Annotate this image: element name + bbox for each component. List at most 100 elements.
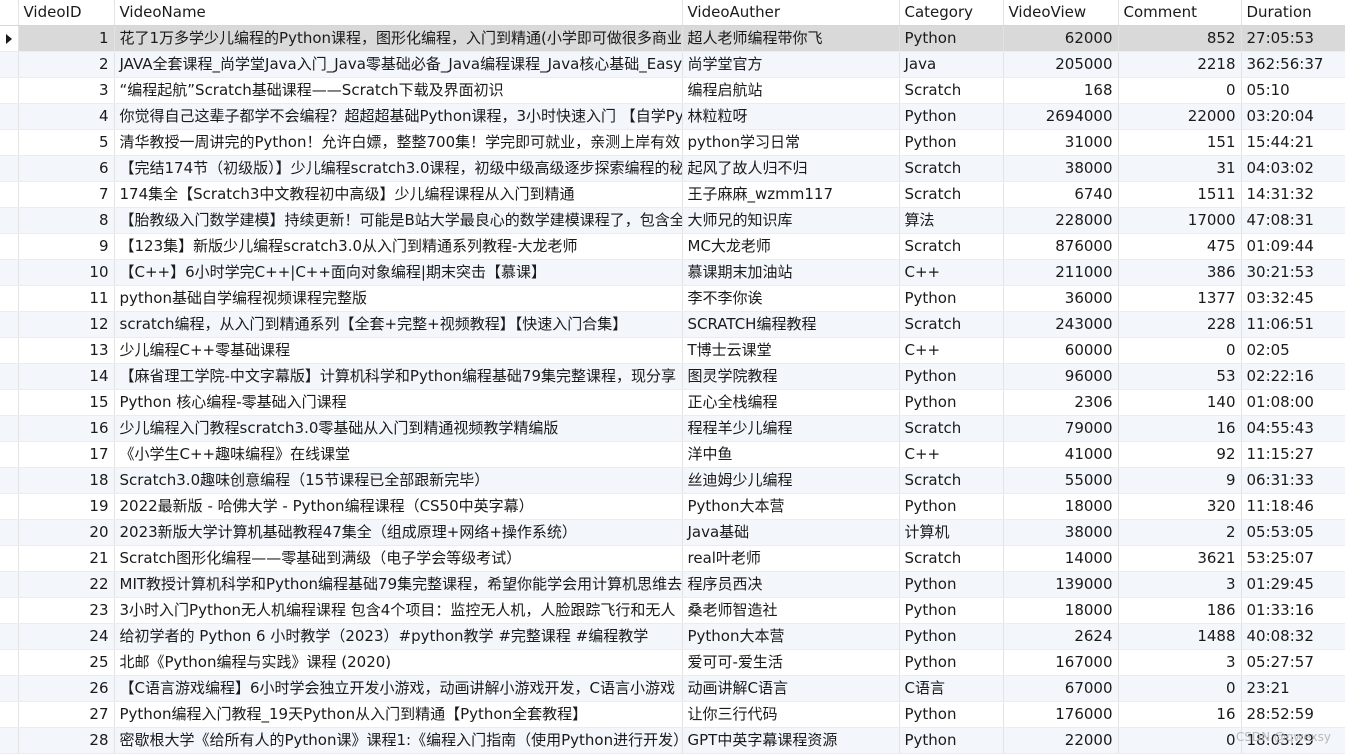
cell-duration[interactable]: 01:29:45	[1241, 572, 1345, 598]
cell-videoid[interactable]: 14	[18, 364, 114, 390]
row-indicator[interactable]	[0, 390, 18, 416]
cell-videoid[interactable]: 27	[18, 702, 114, 728]
cell-category[interactable]: Scratch	[899, 546, 1003, 572]
cell-comment[interactable]: 17000	[1118, 208, 1241, 234]
cell-duration[interactable]: 06:31:33	[1241, 468, 1345, 494]
cell-category[interactable]: C++	[899, 442, 1003, 468]
cell-comment[interactable]: 9	[1118, 468, 1241, 494]
cell-videoview[interactable]: 243000	[1003, 312, 1118, 338]
cell-videoname[interactable]: scratch编程，从入门到精通系列【全套+完整+视频教程】【快速入门合集】	[114, 312, 682, 338]
cell-videoid[interactable]: 25	[18, 650, 114, 676]
column-header-videoid[interactable]: VideoID	[18, 0, 114, 26]
cell-comment[interactable]: 386	[1118, 260, 1241, 286]
cell-duration[interactable]: 14:31:32	[1241, 182, 1345, 208]
row-indicator[interactable]	[0, 338, 18, 364]
cell-duration[interactable]: 05:53:05	[1241, 520, 1345, 546]
table-row[interactable]: 8【胎教级入门数学建模】持续更新！可能是B站大学最良心的数学建模课程了，包含全大…	[0, 208, 1345, 234]
cell-duration[interactable]: 27:05:53	[1241, 26, 1345, 52]
cell-videoid[interactable]: 10	[18, 260, 114, 286]
cell-videoauther[interactable]: Java基础	[682, 520, 899, 546]
cell-videoauther[interactable]: 超人老师编程带你飞	[682, 26, 899, 52]
cell-category[interactable]: Java	[899, 52, 1003, 78]
cell-category[interactable]: Python	[899, 598, 1003, 624]
cell-videoauther[interactable]: 起风了故人归不归	[682, 156, 899, 182]
row-indicator[interactable]	[0, 52, 18, 78]
row-indicator[interactable]	[0, 650, 18, 676]
column-header-duration[interactable]: Duration	[1241, 0, 1345, 26]
cell-comment[interactable]: 92	[1118, 442, 1241, 468]
cell-category[interactable]: Scratch	[899, 156, 1003, 182]
cell-comment[interactable]: 852	[1118, 26, 1241, 52]
cell-videoauther[interactable]: 桑老师智造社	[682, 598, 899, 624]
row-indicator[interactable]	[0, 546, 18, 572]
cell-category[interactable]: Python	[899, 702, 1003, 728]
cell-comment[interactable]: 22000	[1118, 104, 1241, 130]
row-indicator[interactable]	[0, 520, 18, 546]
cell-videoid[interactable]: 3	[18, 78, 114, 104]
cell-videoid[interactable]: 21	[18, 546, 114, 572]
cell-videoview[interactable]: 2694000	[1003, 104, 1118, 130]
cell-videoid[interactable]: 8	[18, 208, 114, 234]
cell-videoauther[interactable]: 慕课期末加油站	[682, 260, 899, 286]
cell-videoid[interactable]: 4	[18, 104, 114, 130]
cell-videoname[interactable]: Python编程入门教程_19天Python从入门到精通【Python全套教程】	[114, 702, 682, 728]
row-indicator[interactable]	[0, 416, 18, 442]
table-row[interactable]: 5清华教授一周讲完的Python！允许白嫖，整整700集！学完即可就业，亲测上岸…	[0, 130, 1345, 156]
cell-category[interactable]: Python	[899, 494, 1003, 520]
table-row[interactable]: 15Python 核心编程-零基础入门课程正心全栈编程Python2306140…	[0, 390, 1345, 416]
cell-videoview[interactable]: 31000	[1003, 130, 1118, 156]
cell-videoauther[interactable]: 洋中鱼	[682, 442, 899, 468]
cell-videoname[interactable]: 【C语言游戏编程】6小时学会独立开发小游戏，动画讲解小游戏开发，C语言小游戏	[114, 676, 682, 702]
cell-category[interactable]: Scratch	[899, 234, 1003, 260]
row-indicator[interactable]	[0, 26, 18, 52]
cell-videoauther[interactable]: 让你三行代码	[682, 702, 899, 728]
table-row[interactable]: 192022最新版 - 哈佛大学 - Python编程课程（CS50中英字幕）P…	[0, 494, 1345, 520]
cell-comment[interactable]: 0	[1118, 728, 1241, 754]
cell-videoname[interactable]: “编程起航”Scratch基础课程——Scratch下载及界面初识	[114, 78, 682, 104]
cell-category[interactable]: Python	[899, 572, 1003, 598]
cell-videoview[interactable]: 168	[1003, 78, 1118, 104]
row-indicator[interactable]	[0, 624, 18, 650]
cell-duration[interactable]: 362:56:37	[1241, 52, 1345, 78]
cell-comment[interactable]: 140	[1118, 390, 1241, 416]
cell-comment[interactable]: 320	[1118, 494, 1241, 520]
cell-videoauther[interactable]: real叶老师	[682, 546, 899, 572]
cell-category[interactable]: C++	[899, 338, 1003, 364]
cell-videoname[interactable]: 【胎教级入门数学建模】持续更新！可能是B站大学最良心的数学建模课程了，包含全	[114, 208, 682, 234]
cell-duration[interactable]: 15:44:21	[1241, 130, 1345, 156]
table-row[interactable]: 4你觉得自己这辈子都学不会编程？超超超基础Python课程，3小时快速入门 【自…	[0, 104, 1345, 130]
cell-videoview[interactable]: 18000	[1003, 494, 1118, 520]
cell-comment[interactable]: 151	[1118, 130, 1241, 156]
cell-videoauther[interactable]: 林粒粒呀	[682, 104, 899, 130]
cell-videoid[interactable]: 6	[18, 156, 114, 182]
cell-comment[interactable]: 475	[1118, 234, 1241, 260]
cell-duration[interactable]: 23:21	[1241, 676, 1345, 702]
cell-category[interactable]: Python	[899, 390, 1003, 416]
table-row[interactable]: 12scratch编程，从入门到精通系列【全套+完整+视频教程】【快速入门合集】…	[0, 312, 1345, 338]
cell-videoname[interactable]: 【完结174节（初级版）】少儿编程scratch3.0课程，初级中级高级逐步探索…	[114, 156, 682, 182]
row-indicator[interactable]	[0, 468, 18, 494]
cell-videoview[interactable]: 36000	[1003, 286, 1118, 312]
cell-category[interactable]: Python	[899, 26, 1003, 52]
cell-videoid[interactable]: 12	[18, 312, 114, 338]
row-indicator[interactable]	[0, 78, 18, 104]
cell-videoid[interactable]: 28	[18, 728, 114, 754]
cell-duration[interactable]: 03:20:04	[1241, 104, 1345, 130]
table-row[interactable]: 17《小学生C++趣味编程》在线课堂洋中鱼C++410009211:15:27	[0, 442, 1345, 468]
row-indicator[interactable]	[0, 156, 18, 182]
cell-videoname[interactable]: 【C++】6小时学完C++|C++面向对象编程|期末突击【慕课】	[114, 260, 682, 286]
cell-duration[interactable]: 28:52:59	[1241, 702, 1345, 728]
cell-videoview[interactable]: 14000	[1003, 546, 1118, 572]
column-header-category[interactable]: Category	[899, 0, 1003, 26]
cell-duration[interactable]: 02:22:16	[1241, 364, 1345, 390]
table-row[interactable]: 24给初学者的 Python 6 小时教学（2023）#python教学 #完整…	[0, 624, 1345, 650]
cell-videoname[interactable]: 3小时入门Python无人机编程课程 包含4个项目：监控无人机，人脸跟踪飞行和无…	[114, 598, 682, 624]
cell-videoid[interactable]: 26	[18, 676, 114, 702]
cell-videoname[interactable]: Scratch3.0趣味创意编程（15节课程已全部跟新完毕）	[114, 468, 682, 494]
cell-category[interactable]: Python	[899, 624, 1003, 650]
column-header-comment[interactable]: Comment	[1118, 0, 1241, 26]
cell-category[interactable]: Python	[899, 130, 1003, 156]
cell-videoauther[interactable]: 丝迪姆少儿编程	[682, 468, 899, 494]
cell-comment[interactable]: 16	[1118, 702, 1241, 728]
cell-videoview[interactable]: 167000	[1003, 650, 1118, 676]
